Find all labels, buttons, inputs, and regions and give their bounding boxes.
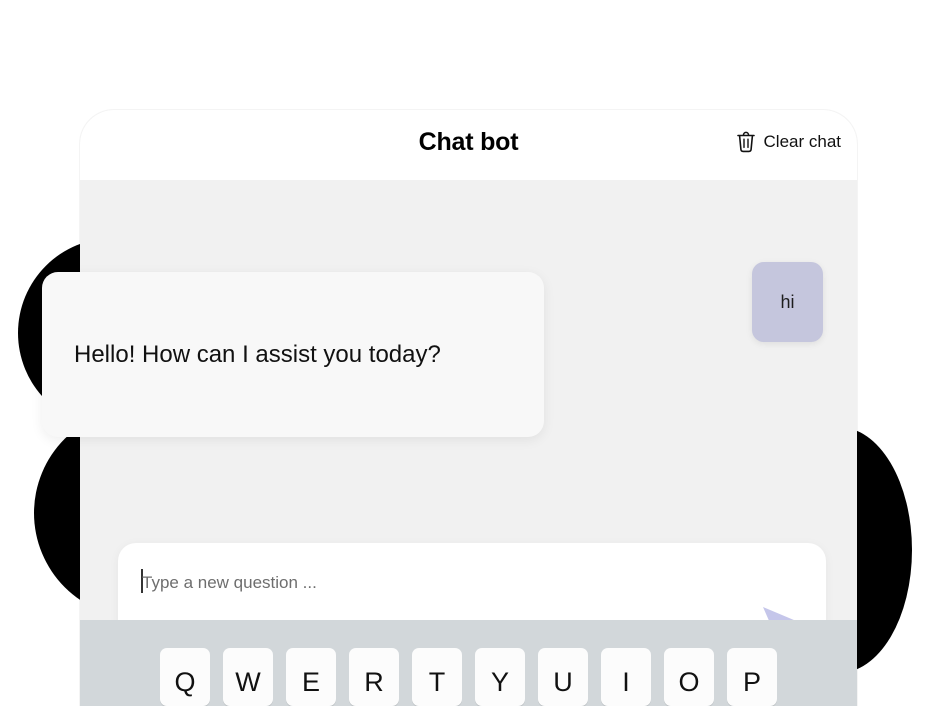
chat-message-bot: Hello! How can I assist you today? [42, 272, 544, 437]
key-y[interactable]: Y [475, 648, 525, 706]
screen: Chat bot Clear chat hi Type a new questi… [0, 0, 940, 706]
chat-message-user-text: hi [780, 291, 795, 312]
message-input[interactable] [142, 573, 722, 593]
key-e[interactable]: E [286, 648, 336, 706]
key-p[interactable]: P [727, 648, 777, 706]
on-screen-keyboard: Q W E R T Y U I O P [80, 620, 857, 706]
keyboard-row-1: Q W E R T Y U I O P [160, 648, 777, 706]
chat-message-bot-text: Hello! How can I assist you today? [74, 340, 441, 368]
key-o[interactable]: O [664, 648, 714, 706]
key-i[interactable]: I [601, 648, 651, 706]
key-w[interactable]: W [223, 648, 273, 706]
key-t[interactable]: T [412, 648, 462, 706]
key-u[interactable]: U [538, 648, 588, 706]
chat-message-user: hi [752, 262, 823, 342]
clear-chat-label: Clear chat [763, 132, 841, 151]
key-r[interactable]: R [349, 648, 399, 706]
key-q[interactable]: Q [160, 648, 210, 706]
app-header: Chat bot Clear chat [80, 110, 857, 180]
clear-chat-button[interactable]: Clear chat [735, 130, 841, 154]
trash-icon [735, 130, 757, 154]
